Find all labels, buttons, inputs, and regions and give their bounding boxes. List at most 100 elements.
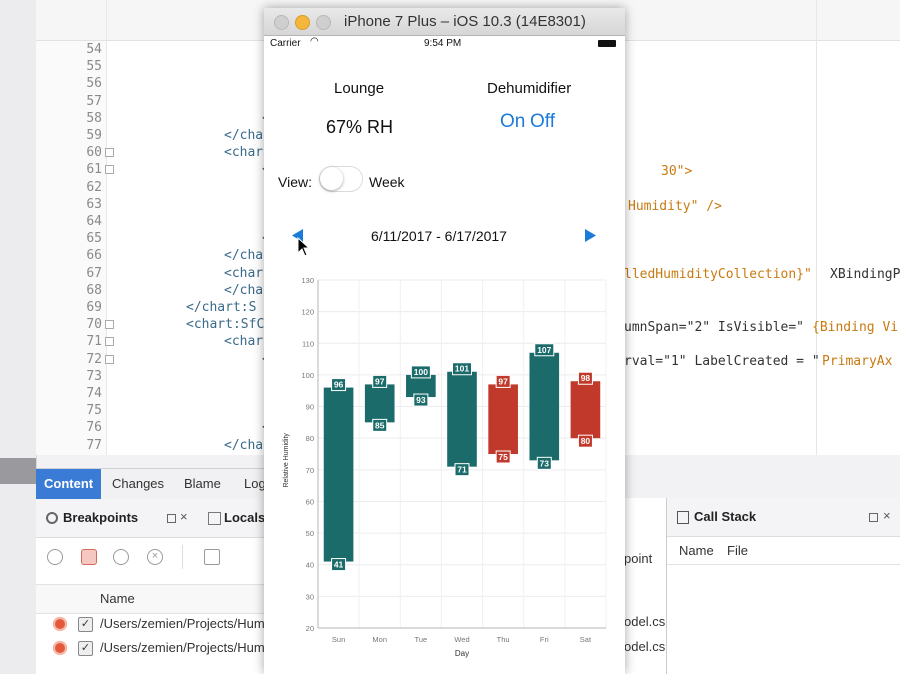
carrier-label: Carrier	[270, 38, 301, 49]
code-fragment: 30">	[661, 164, 693, 179]
code-fragment: PrimaryAx	[822, 354, 893, 369]
line-number: 65	[86, 231, 102, 247]
code-text: <chart:SfC	[186, 317, 265, 333]
x-tick-label: Wed	[454, 635, 469, 644]
line-number: 62	[86, 179, 102, 195]
line-number: 66	[86, 248, 102, 264]
x-tick-label: Sat	[580, 635, 592, 644]
name-column[interactable]: Name	[679, 543, 714, 558]
line-number: 67	[86, 265, 102, 281]
room-name: Lounge	[334, 80, 385, 97]
enabled-checkbox[interactable]: ✓	[78, 617, 93, 632]
x-tick-label: Sun	[332, 635, 345, 644]
range-bar	[447, 371, 477, 467]
battery-icon	[598, 40, 616, 47]
remove-breakpoint-icon[interactable]	[81, 549, 97, 565]
close-icon[interactable]: ×	[883, 508, 891, 523]
close-window-icon[interactable]	[274, 15, 289, 30]
code-fragment: rval="1" LabelCreated = "	[624, 354, 820, 369]
breakpoint-row[interactable]: ✓ /Users/zemien/Projects/Hum	[36, 612, 266, 636]
zoom-window-icon[interactable]	[316, 15, 331, 30]
breakpoint-row[interactable]: ✓ /Users/zemien/Projects/Hum	[36, 636, 266, 660]
x-tick-label: Mon	[372, 635, 387, 644]
new-breakpoint-icon[interactable]	[47, 549, 63, 565]
breakpoints-column-header: Name	[36, 584, 266, 614]
float-icon[interactable]	[167, 514, 176, 523]
data-label-low: 85	[375, 420, 385, 430]
breakpoints-title: Breakpoints	[63, 510, 139, 525]
range-bar	[323, 387, 354, 562]
y-tick-label: 110	[302, 339, 314, 348]
fold-toggle-icon[interactable]	[105, 320, 114, 330]
data-label-low: 75	[498, 452, 508, 462]
fold-toggle-icon[interactable]	[105, 354, 114, 364]
device-on-button[interactable]: On	[500, 111, 525, 133]
fold-toggle-icon[interactable]	[105, 165, 114, 175]
breakpoint-path: /Users/zemien/Projects/Hum	[100, 616, 265, 631]
name-column[interactable]: Name	[100, 591, 135, 606]
call-stack-title: Call Stack	[694, 509, 757, 524]
view-toggle-switch[interactable]	[319, 166, 363, 192]
mouse-cursor-icon	[297, 237, 311, 257]
tab-content[interactable]: Content	[36, 469, 102, 499]
line-number: 60	[86, 145, 102, 161]
y-tick-label: 30	[306, 592, 314, 601]
version-control-tabs: Content Changes Blame Log	[36, 468, 266, 500]
data-label-low: 41	[334, 560, 344, 570]
close-icon[interactable]: ×	[180, 509, 188, 524]
line-number: 59	[86, 128, 102, 143]
data-label-low: 71	[457, 465, 467, 475]
line-number: 61	[86, 162, 102, 178]
simulator-titlebar[interactable]: iPhone 7 Plus – iOS 10.3 (14E8301)	[264, 8, 625, 36]
range-bar	[529, 352, 560, 461]
code-fragment: XBindingP	[830, 267, 900, 282]
call-stack-panel: Call Stack × Name File	[666, 498, 900, 674]
locals-tab[interactable]: Locals	[224, 510, 265, 525]
toggle-all-icon[interactable]	[113, 549, 129, 565]
line-number: 64	[86, 214, 102, 229]
line-number: 63	[86, 196, 102, 212]
clear-icon[interactable]: ×	[147, 549, 163, 565]
y-tick-label: 50	[306, 529, 314, 538]
data-label-high: 97	[375, 376, 385, 386]
float-icon[interactable]	[869, 513, 878, 522]
line-number: 58	[86, 110, 102, 126]
fold-toggle-icon[interactable]	[105, 148, 114, 158]
line-number: 74	[86, 386, 102, 401]
line-number: 70	[86, 317, 102, 333]
breakpoint-detail-columns: point odel.cs: odel.cs:	[624, 498, 669, 674]
breakpoint-icon	[53, 641, 67, 655]
tab-blame[interactable]: Blame	[176, 469, 229, 499]
file-column[interactable]: File	[727, 543, 748, 558]
file-fragment: odel.cs:	[624, 614, 669, 629]
code-fragment: {Binding Vi	[812, 320, 899, 335]
view-label: View:	[278, 174, 312, 190]
enabled-checkbox[interactable]: ✓	[78, 641, 93, 656]
simulator-title: iPhone 7 Plus – iOS 10.3 (14E8301)	[344, 13, 586, 30]
tab-changes[interactable]: Changes	[104, 469, 172, 499]
properties-icon[interactable]	[204, 549, 220, 565]
line-number: 69	[86, 300, 102, 315]
clock: 9:54 PM	[424, 38, 462, 49]
device-label: Dehumidifier	[487, 80, 572, 97]
fold-toggle-icon[interactable]	[105, 337, 114, 347]
toggle-knob	[320, 167, 343, 190]
breakpoint-path: /Users/zemien/Projects/Hum	[100, 640, 265, 655]
y-tick-label: 90	[306, 403, 314, 412]
line-number: 76	[86, 420, 102, 436]
ide-left-strip	[0, 0, 37, 674]
data-label-high: 96	[334, 380, 344, 390]
code-text: </chart:S	[186, 300, 257, 315]
code-fragment: umnSpan="2" IsVisible="	[624, 320, 805, 335]
y-tick-label: 100	[301, 371, 314, 380]
data-label-low: 93	[416, 395, 426, 405]
date-range: 6/11/2017 - 6/17/2017	[371, 228, 507, 244]
device-off-button[interactable]: Off	[530, 111, 555, 133]
wifi-icon: ◠	[310, 36, 319, 47]
next-week-icon[interactable]	[582, 228, 598, 244]
y-tick-label: 70	[306, 466, 314, 475]
line-number: 73	[86, 368, 102, 384]
minimize-window-icon[interactable]	[295, 15, 310, 30]
y-tick-label: 120	[301, 308, 314, 317]
y-tick-label: 60	[306, 497, 314, 506]
